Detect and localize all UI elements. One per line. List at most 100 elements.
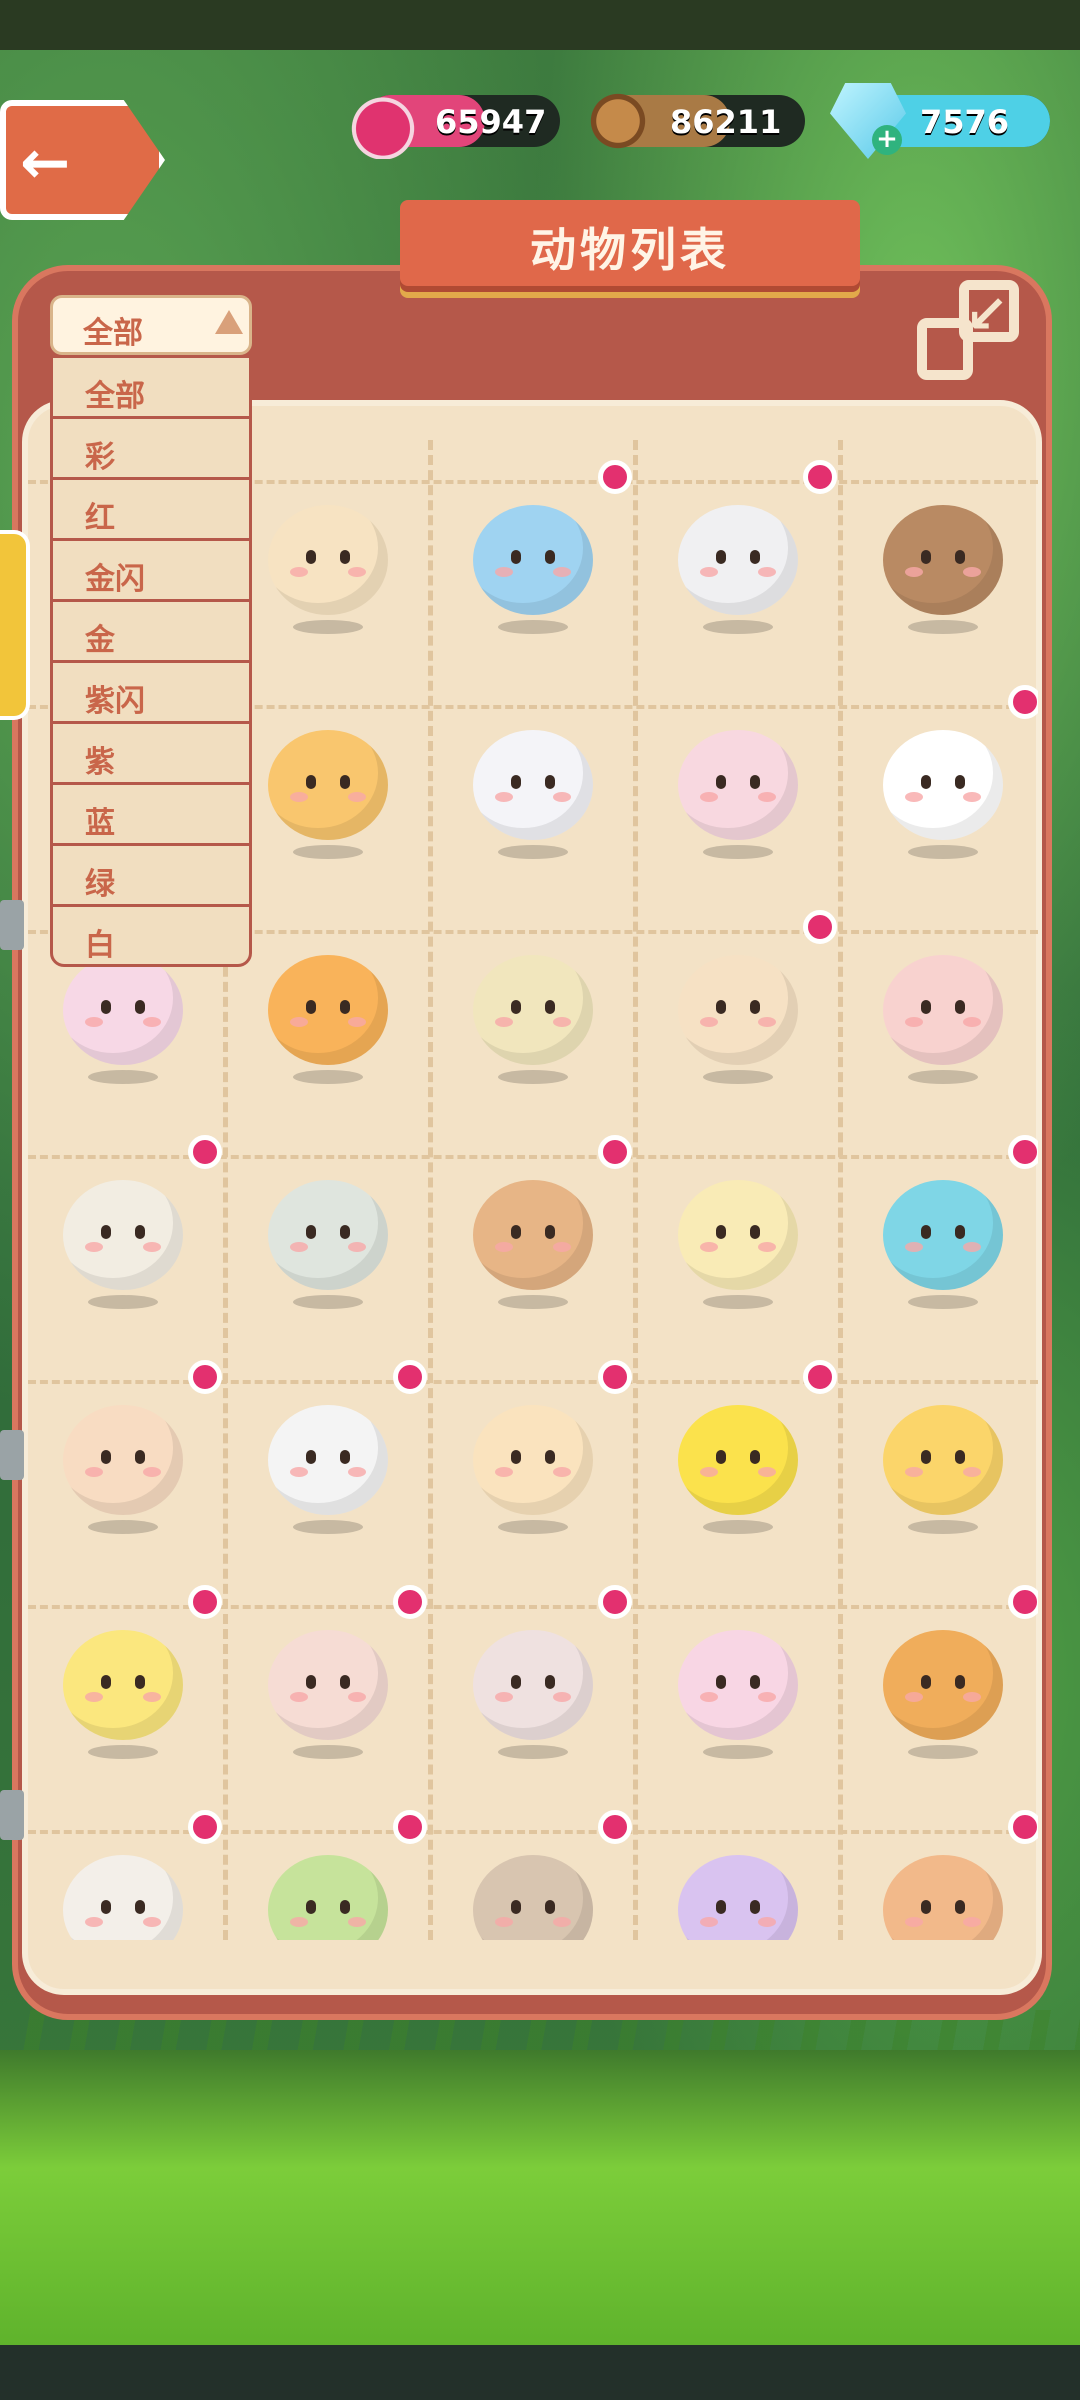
filter-option[interactable]: 白: [53, 907, 249, 964]
animal-card[interactable]: [848, 910, 1038, 1135]
notification-dot: [188, 1135, 222, 1169]
animal-shadow: [498, 1520, 568, 1534]
animal-cheek: [700, 1242, 718, 1252]
filter-option[interactable]: 紫闪: [53, 663, 249, 724]
animal-eye: [750, 1225, 760, 1239]
animal-avatar: [268, 955, 388, 1065]
animal-shadow: [498, 1295, 568, 1309]
animal-card[interactable]: [233, 1360, 433, 1585]
animal-card[interactable]: [438, 1585, 638, 1810]
animal-eye: [306, 1675, 316, 1689]
animal-shadow: [908, 1520, 978, 1534]
filter-option[interactable]: 金: [53, 602, 249, 663]
animal-cheek: [905, 1242, 923, 1252]
animal-shadow: [88, 1745, 158, 1759]
animal-avatar: [678, 1405, 798, 1515]
animal-card[interactable]: [438, 460, 638, 685]
animal-cheek: [905, 1467, 923, 1477]
animal-card[interactable]: [233, 460, 433, 685]
animal-card[interactable]: [848, 1585, 1038, 1810]
animal-eye: [716, 1900, 726, 1914]
notification-dot: [598, 1810, 632, 1844]
filter-dropdown[interactable]: 全部: [50, 295, 252, 355]
animal-shadow: [498, 1070, 568, 1084]
animal-shadow: [88, 1520, 158, 1534]
animal-card[interactable]: [848, 460, 1038, 685]
back-button[interactable]: ←: [0, 100, 165, 220]
gem-currency[interactable]: + 7576: [830, 83, 1050, 159]
animal-card[interactable]: [438, 1360, 638, 1585]
animal-card[interactable]: [438, 1135, 638, 1360]
filter-option-label: 金: [85, 623, 115, 658]
animal-avatar: [883, 1855, 1003, 1940]
animal-card[interactable]: [28, 1135, 228, 1360]
animal-eye: [955, 1225, 965, 1239]
animal-card[interactable]: [233, 910, 433, 1135]
animal-shadow: [293, 1295, 363, 1309]
animal-eye: [340, 1450, 350, 1464]
animal-card[interactable]: [848, 685, 1038, 910]
notification-dot: [1008, 1810, 1038, 1844]
animal-card[interactable]: [233, 1135, 433, 1360]
filter-option[interactable]: 全部: [53, 358, 249, 419]
filter-option[interactable]: 绿: [53, 846, 249, 907]
animal-card[interactable]: [28, 1810, 228, 1940]
filter-option[interactable]: 紫: [53, 724, 249, 785]
animal-cheek: [905, 1917, 923, 1927]
animal-eye: [750, 1450, 760, 1464]
side-tab-handle[interactable]: [0, 530, 30, 720]
animal-card[interactable]: [643, 685, 843, 910]
animal-cheek: [905, 792, 923, 802]
animal-card[interactable]: [643, 1360, 843, 1585]
animal-eye: [135, 1450, 145, 1464]
animal-eye: [716, 1675, 726, 1689]
animal-shadow: [703, 1295, 773, 1309]
wood-value: 86211: [670, 103, 782, 141]
animal-card[interactable]: [438, 1810, 638, 1940]
animal-card[interactable]: [643, 910, 843, 1135]
notification-dot: [803, 910, 837, 944]
animal-card[interactable]: [643, 460, 843, 685]
filter-option[interactable]: 金闪: [53, 541, 249, 602]
animal-eye: [511, 1000, 521, 1014]
animal-card[interactable]: [233, 1810, 433, 1940]
animal-card[interactable]: [643, 1135, 843, 1360]
animal-avatar: [678, 955, 798, 1065]
collapse-button[interactable]: ↙: [915, 270, 1023, 388]
animal-card[interactable]: [438, 910, 638, 1135]
filter-option-label: 金闪: [85, 562, 145, 597]
animal-card[interactable]: [438, 685, 638, 910]
animal-card[interactable]: [643, 1585, 843, 1810]
animal-card[interactable]: [643, 1810, 843, 1940]
filter-option[interactable]: 蓝: [53, 785, 249, 846]
animal-card[interactable]: [28, 1360, 228, 1585]
notification-dot: [1008, 1585, 1038, 1619]
animal-card[interactable]: [28, 1585, 228, 1810]
animal-avatar: [473, 1180, 593, 1290]
animal-shadow: [908, 620, 978, 634]
animal-avatar: [473, 1855, 593, 1940]
animal-cheek: [348, 792, 366, 802]
panel-hinge: [0, 1790, 24, 1840]
add-gem-icon[interactable]: +: [872, 125, 902, 155]
animal-card[interactable]: [233, 685, 433, 910]
filter-option[interactable]: 红: [53, 480, 249, 541]
animal-card[interactable]: [848, 1360, 1038, 1585]
animal-eye: [340, 1225, 350, 1239]
animal-card[interactable]: [848, 1810, 1038, 1940]
filter-selected-label: 全部: [83, 316, 143, 351]
animal-shadow: [908, 1745, 978, 1759]
animal-shadow: [498, 1745, 568, 1759]
animal-cheek: [553, 1692, 571, 1702]
animal-avatar: [883, 1180, 1003, 1290]
animal-shadow: [498, 620, 568, 634]
animal-eye: [511, 1900, 521, 1914]
animal-card[interactable]: [233, 1585, 433, 1810]
filter-option-label: 白: [85, 928, 115, 963]
filter-option[interactable]: 彩: [53, 419, 249, 480]
jam-currency: 65947: [345, 83, 560, 159]
notification-dot: [803, 1360, 837, 1394]
animal-avatar: [268, 1405, 388, 1515]
animal-card[interactable]: [848, 1135, 1038, 1360]
animal-shadow: [703, 1745, 773, 1759]
